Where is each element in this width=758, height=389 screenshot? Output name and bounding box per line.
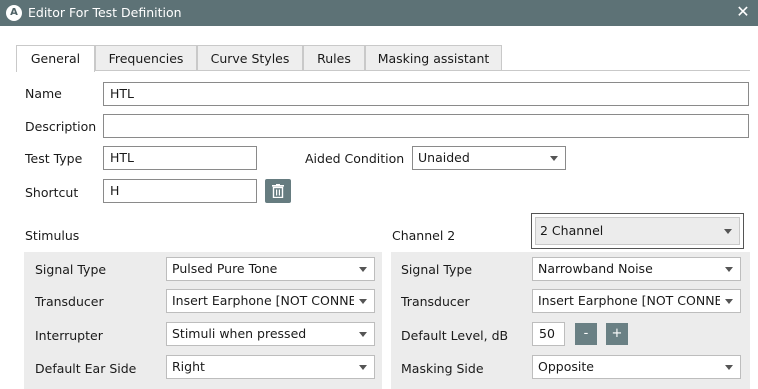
tab-curve-styles[interactable]: Curve Styles bbox=[197, 45, 303, 70]
stimulus-transducer-label: Transducer bbox=[35, 294, 104, 309]
test-type-field[interactable]: HTL bbox=[103, 146, 257, 170]
channel-mode-value: 2 Channel bbox=[540, 223, 604, 238]
tab-frequencies[interactable]: Frequencies bbox=[95, 45, 197, 70]
close-icon[interactable]: ✕ bbox=[734, 2, 752, 22]
stimulus-signal-type-value: Pulsed Pure Tone bbox=[172, 261, 278, 276]
aided-condition-label: Aided Condition bbox=[305, 151, 405, 166]
delete-shortcut-button[interactable] bbox=[265, 179, 291, 203]
shortcut-field[interactable]: H bbox=[103, 179, 257, 203]
decrease-level-button[interactable]: - bbox=[575, 323, 597, 345]
channel2-transducer-label: Transducer bbox=[401, 294, 470, 309]
channel-mode-inner[interactable]: 2 Channel bbox=[535, 217, 740, 245]
chevron-down-icon bbox=[725, 365, 733, 370]
tab-general[interactable]: General bbox=[16, 45, 95, 72]
channel2-signal-type-select[interactable]: Narrowband Noise bbox=[532, 257, 741, 281]
interrupter-select[interactable]: Stimuli when pressed bbox=[166, 322, 375, 346]
channel-mode-select[interactable]: 2 Channel bbox=[531, 213, 744, 249]
chevron-down-icon bbox=[550, 156, 558, 161]
channel2-title: Channel 2 bbox=[392, 228, 456, 243]
stimulus-signal-type-label: Signal Type bbox=[35, 262, 107, 277]
name-field[interactable]: HTL bbox=[103, 82, 749, 106]
interrupter-value: Stimuli when pressed bbox=[172, 326, 307, 341]
shortcut-label: Shortcut bbox=[25, 185, 79, 200]
chevron-down-icon bbox=[724, 229, 732, 234]
chevron-down-icon bbox=[359, 332, 367, 337]
stimulus-title: Stimulus bbox=[25, 228, 80, 243]
stimulus-transducer-select[interactable]: Insert Earphone [NOT CONNECTED] bbox=[166, 289, 375, 313]
chevron-down-icon bbox=[725, 267, 733, 272]
app-badge-icon: A bbox=[6, 5, 22, 21]
channel2-signal-type-value: Narrowband Noise bbox=[538, 261, 653, 276]
channel2-transducer-value: Insert Earphone [NOT CONNECTED] bbox=[538, 293, 720, 308]
title-bar: A Editor For Test Definition ✕ bbox=[0, 0, 758, 26]
default-level-label: Default Level, dB bbox=[401, 328, 509, 343]
description-label: Description bbox=[25, 119, 97, 134]
masking-side-value: Opposite bbox=[538, 359, 594, 374]
default-ear-side-value: Right bbox=[172, 359, 205, 374]
default-ear-side-select[interactable]: Right bbox=[166, 355, 375, 379]
trash-icon bbox=[272, 184, 284, 198]
chevron-down-icon bbox=[359, 267, 367, 272]
name-label: Name bbox=[25, 86, 62, 101]
aided-condition-value: Unaided bbox=[418, 150, 470, 165]
window-title: Editor For Test Definition bbox=[28, 5, 182, 20]
masking-side-label: Masking Side bbox=[401, 361, 484, 376]
interrupter-label: Interrupter bbox=[35, 328, 103, 343]
channel2-signal-type-label: Signal Type bbox=[401, 262, 473, 277]
default-ear-side-label: Default Ear Side bbox=[35, 361, 137, 376]
chevron-down-icon bbox=[359, 365, 367, 370]
masking-side-select[interactable]: Opposite bbox=[532, 355, 741, 379]
stimulus-transducer-value: Insert Earphone [NOT CONNECTED] bbox=[172, 293, 354, 308]
tab-masking-assistant[interactable]: Masking assistant bbox=[365, 45, 502, 70]
increase-level-button[interactable]: + bbox=[606, 323, 628, 345]
aided-condition-select[interactable]: Unaided bbox=[412, 146, 566, 170]
description-field[interactable] bbox=[103, 114, 749, 138]
tab-rules[interactable]: Rules bbox=[303, 45, 365, 70]
default-level-field[interactable]: 50 bbox=[532, 322, 565, 346]
channel2-transducer-select[interactable]: Insert Earphone [NOT CONNECTED] bbox=[532, 289, 741, 313]
stimulus-signal-type-select[interactable]: Pulsed Pure Tone bbox=[166, 257, 375, 281]
chevron-down-icon bbox=[359, 299, 367, 304]
chevron-down-icon bbox=[725, 299, 733, 304]
test-type-label: Test Type bbox=[25, 151, 83, 166]
